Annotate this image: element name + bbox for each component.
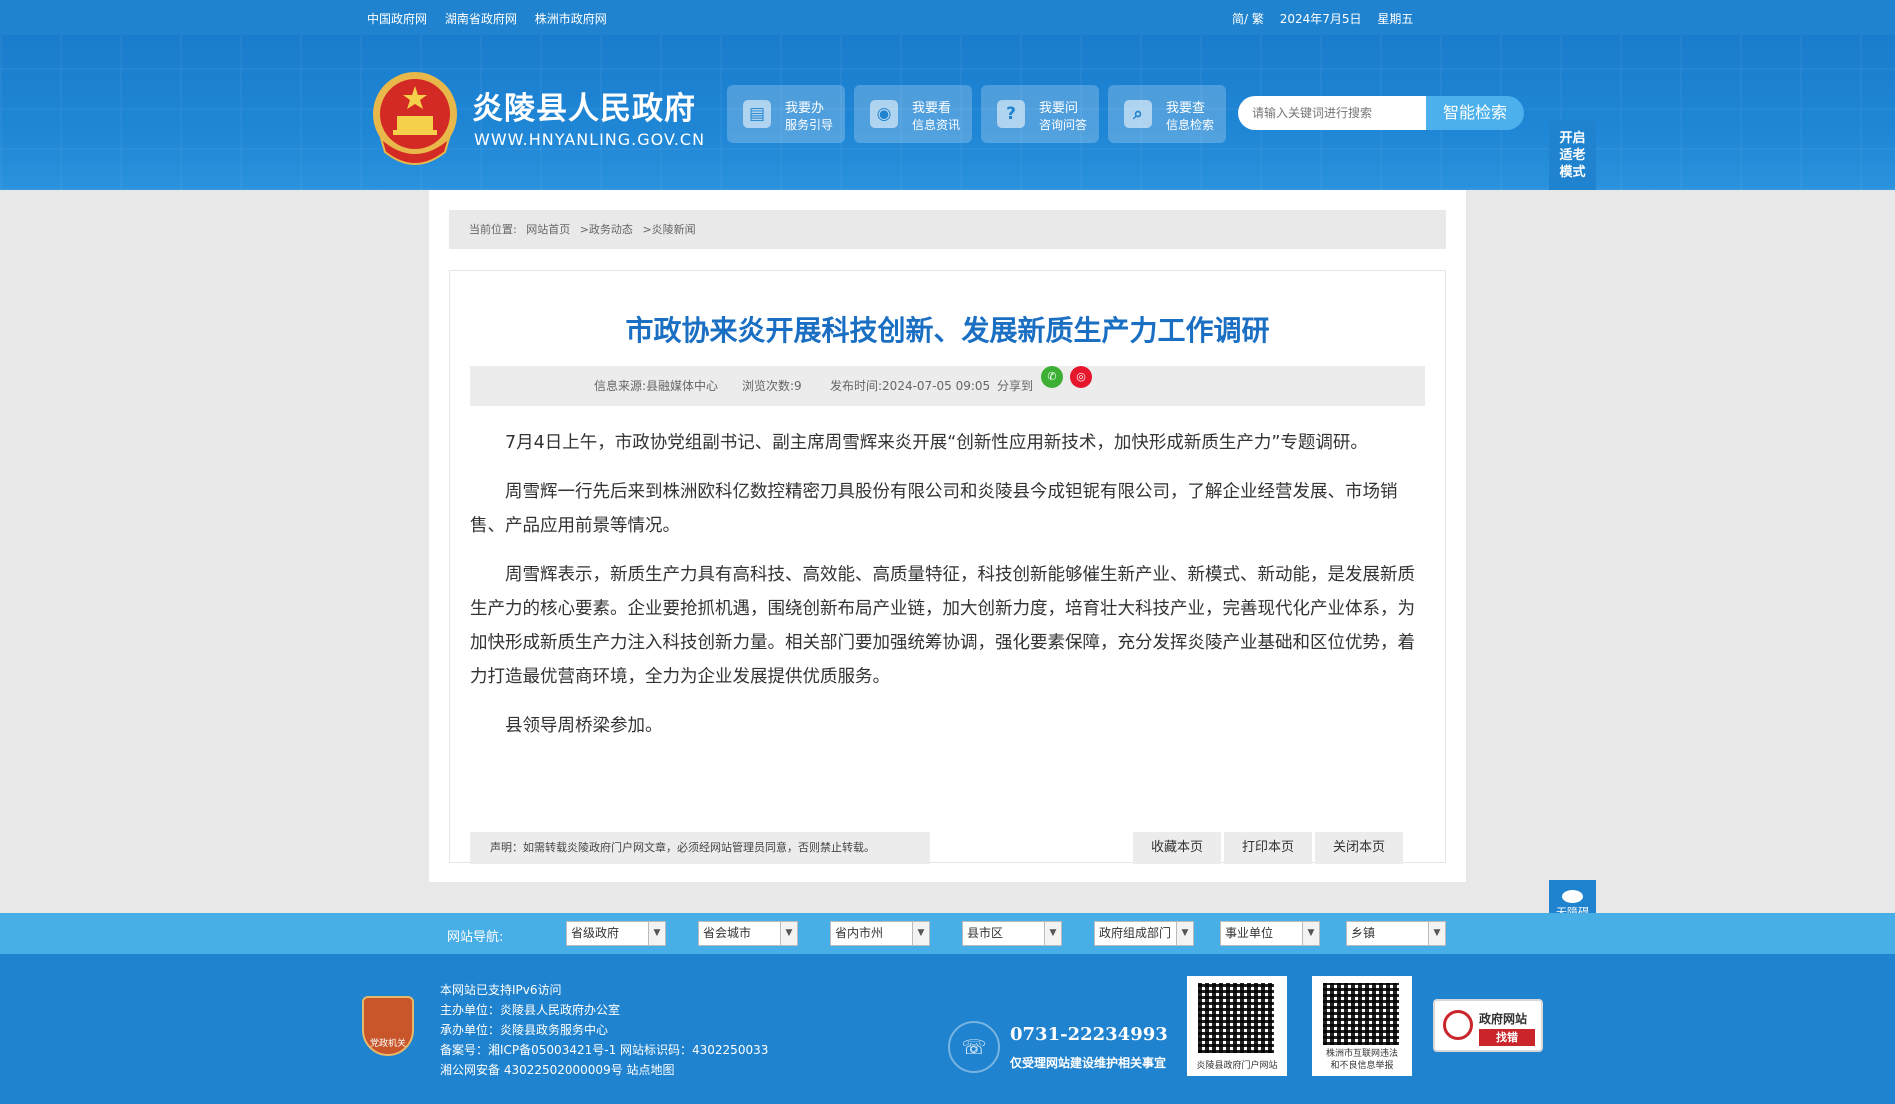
gov-site-error-report-button[interactable]: 政府网站 找错 xyxy=(1433,999,1543,1052)
main-content: 当前位置: 网站首页 >政务动态 >炎陵新闻 市政协来炎开展科技创新、发展新质生… xyxy=(429,190,1466,882)
breadcrumb-home[interactable]: 网站首页 xyxy=(526,223,570,236)
qr-code-portal: 炎陵县政府门户网站 xyxy=(1187,976,1287,1076)
eye-icon xyxy=(1562,890,1583,903)
print-button[interactable]: 打印本页 xyxy=(1224,832,1312,864)
top-bar: 中国政府网 湖南省政府网 株洲市政府网 简/ 繁 2024年7月5日 星期五 xyxy=(0,0,1895,35)
footer-security-sitemap[interactable]: 湘公网安备 43022502000009号 站点地图 xyxy=(440,1060,768,1080)
bookmark-button[interactable]: 收藏本页 xyxy=(1133,832,1221,864)
party-gov-badge-icon[interactable]: 党政机关 xyxy=(362,996,414,1056)
magnifier-icon xyxy=(1443,1010,1473,1040)
chevron-down-icon: ▼ xyxy=(1176,922,1193,945)
national-emblem-icon xyxy=(373,72,457,165)
select-county-district[interactable]: 县市区 ▼ xyxy=(962,921,1062,946)
current-date: 2024年7月5日 xyxy=(1279,12,1362,26)
article-paragraph: 周雪辉一行先后来到株洲欧科亿数控精密刀具股份有限公司和炎陵县今成钽铌有限公司，了… xyxy=(470,482,1398,536)
link-china-gov[interactable]: 中国政府网 xyxy=(367,12,427,26)
article: 市政协来炎开展科技创新、发展新质生产力工作调研 信息来源:县融媒体中心 浏览次数… xyxy=(449,270,1446,864)
top-links: 中国政府网 湖南省政府网 株洲市政府网 xyxy=(367,10,621,27)
site-nav-bar: 网站导航: 省级政府 ▼ 省会城市 ▼ 省内市州 ▼ 县市区 ▼ 政府组成部门 ▼ 事业单… xyxy=(0,913,1895,954)
smart-search-button[interactable]: 智能检索 xyxy=(1426,96,1524,130)
site-footer: 党政机关 本网站已支持IPv6访问 主办单位：炎陵县人民政府办公室 承办单位：炎… xyxy=(0,954,1895,1104)
question-icon: ? xyxy=(997,100,1025,128)
article-body: 7月4日上午，市政协党组副书记、副主席周雪辉来炎开展“创新性应用新技术，加快形成… xyxy=(470,426,1425,758)
breadcrumb: 当前位置: 网站首页 >政务动态 >炎陵新闻 xyxy=(449,210,1446,249)
link-zhuzhou-gov[interactable]: 株洲市政府网 xyxy=(535,12,607,26)
service-view-button[interactable]: ◉ 我要看 信息资讯 xyxy=(854,85,972,143)
chevron-down-icon: ▼ xyxy=(780,922,797,945)
phone-icon: ☏ xyxy=(948,1021,1000,1073)
eye-icon: ◉ xyxy=(870,100,898,128)
site-title[interactable]: 炎陵县人民政府 xyxy=(472,83,696,128)
select-province-city[interactable]: 省内市州 ▼ xyxy=(830,921,930,946)
magnifier-icon: ⌕ xyxy=(1124,100,1152,128)
close-page-button[interactable]: 关闭本页 xyxy=(1315,832,1403,864)
article-title: 市政协来炎开展科技创新、发展新质生产力工作调研 xyxy=(625,314,1270,347)
search-input[interactable] xyxy=(1238,96,1426,130)
site-url: WWW.HNYANLING.GOV.CN xyxy=(474,130,706,149)
elder-mode-button[interactable]: 开启 适老 模式 xyxy=(1549,120,1596,190)
chevron-down-icon: ▼ xyxy=(1044,922,1061,945)
article-paragraph: 7月4日上午，市政协党组副书记、副主席周雪辉来炎开展“创新性应用新技术，加快形成… xyxy=(505,433,1368,453)
service-ask-button[interactable]: ? 我要问 咨询问答 xyxy=(981,85,1099,143)
chevron-down-icon: ▼ xyxy=(1428,922,1445,945)
link-hunan-gov[interactable]: 湖南省政府网 xyxy=(445,12,517,26)
article-source: 信息来源:县融媒体中心 xyxy=(594,379,719,393)
qr-code-icon xyxy=(1198,983,1274,1053)
chevron-down-icon: ▼ xyxy=(912,922,929,945)
article-paragraph: 周雪辉表示，新质生产力具有高科技、高效能、高质量特征，科技创新能够催生新产业、新… xyxy=(470,565,1415,687)
reprint-declaration: 声明：如需转载炎陵政府门户网文章，必须经网站管理员同意，否则禁止转载。 xyxy=(470,832,930,864)
select-capital-city[interactable]: 省会城市 ▼ xyxy=(698,921,798,946)
chevron-down-icon: ▼ xyxy=(1302,922,1319,945)
article-paragraph: 县领导周桥梁参加。 xyxy=(505,716,663,736)
language-toggle[interactable]: 简/ 繁 xyxy=(1232,12,1264,26)
chevron-down-icon: ▼ xyxy=(648,922,665,945)
site-nav-label: 网站导航: xyxy=(447,930,504,945)
select-gov-departments[interactable]: 政府组成部门 ▼ xyxy=(1094,921,1194,946)
qr-code-icon xyxy=(1323,983,1399,1045)
contact-phone: 0731-22234993 xyxy=(1010,1024,1168,1045)
service-do-button[interactable]: ▤ 我要办 服务引导 xyxy=(727,85,845,143)
breadcrumb-yanling-news[interactable]: >炎陵新闻 xyxy=(642,223,695,236)
document-icon: ▤ xyxy=(743,100,771,128)
article-views: 浏览次数:9 xyxy=(742,379,802,393)
weibo-share-icon[interactable]: ◎ xyxy=(1070,366,1092,388)
top-right: 简/ 繁 2024年7月5日 星期五 xyxy=(1232,10,1425,27)
share-label: 分享到 xyxy=(997,379,1034,393)
breadcrumb-news[interactable]: >政务动态 xyxy=(580,223,633,236)
select-townships[interactable]: 乡镇 ▼ xyxy=(1346,921,1446,946)
current-weekday: 星期五 xyxy=(1377,12,1414,26)
article-meta: 信息来源:县融媒体中心 浏览次数:9 发布时间:2024-07-05 09:05… xyxy=(470,366,1425,406)
footer-info: 本网站已支持IPv6访问 主办单位：炎陵县人民政府办公室 承办单位：炎陵县政务服… xyxy=(440,980,768,1080)
article-date: 发布时间:2024-07-05 09:05 xyxy=(830,379,991,393)
select-provincial-gov[interactable]: 省级政府 ▼ xyxy=(566,921,666,946)
breadcrumb-label: 当前位置: xyxy=(469,223,517,236)
service-search-button[interactable]: ⌕ 我要查 信息检索 xyxy=(1108,85,1226,143)
phone-note: 仅受理网站建设维护相关事宜 xyxy=(1010,1056,1167,1070)
qr-code-report: 株洲市互联网违法 和不良信息举报 xyxy=(1312,976,1412,1076)
select-public-institutions[interactable]: 事业单位 ▼ xyxy=(1220,921,1320,946)
site-header: 炎陵县人民政府 WWW.HNYANLING.GOV.CN ▤ 我要办 服务引导 … xyxy=(0,35,1895,190)
wechat-share-icon[interactable]: ✆ xyxy=(1041,366,1063,388)
